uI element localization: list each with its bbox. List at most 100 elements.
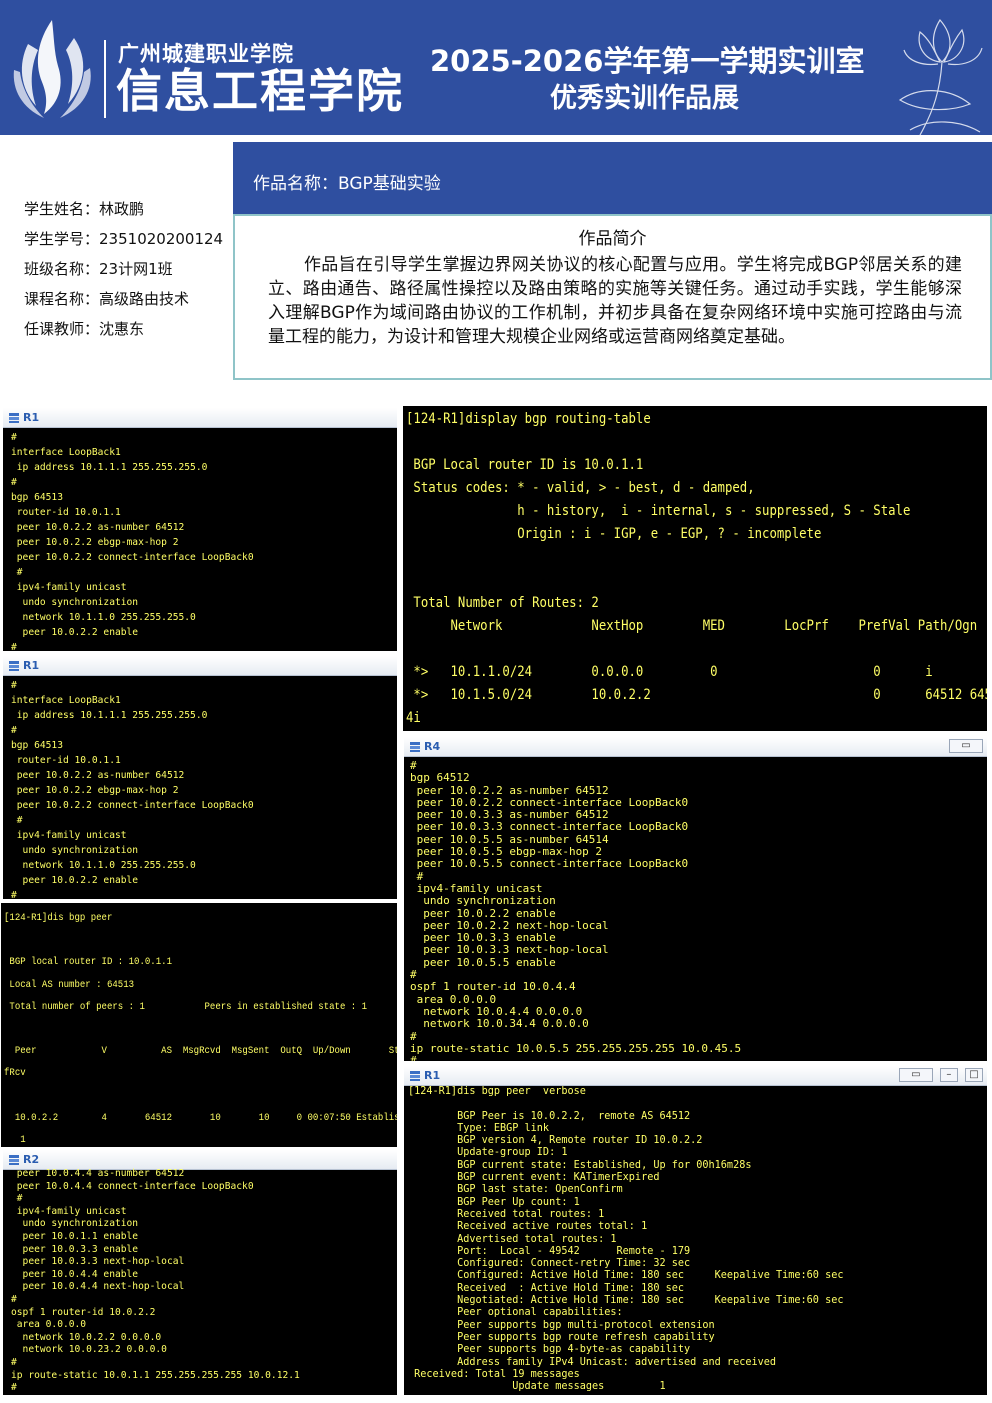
terminal-line: Received total routes: 1 — [408, 1208, 605, 1220]
terminal-line: peer 10.0.3.3 as-number 64512 — [410, 809, 609, 822]
terminal-line: ip address 10.1.1.1 255.255.255.0 — [11, 462, 208, 473]
terminal-line: Update-group ID: 1 — [408, 1147, 568, 1159]
terminal-line: *> 10.1.1.0/24 0.0.0.0 0 0 i — [406, 664, 933, 680]
terminal-line: undo synchronization — [11, 597, 139, 608]
info-label: 班级名称： — [24, 260, 100, 278]
terminal-line: peer 10.0.4.4 enable — [11, 1268, 139, 1280]
terminal-line: peer 10.0.2.2 connect-interface LoopBack… — [11, 800, 254, 811]
terminal-line: peer 10.0.2.2 as-number 64512 — [11, 770, 185, 781]
info-label: 任课教师： — [24, 320, 100, 338]
header-banner: 广州城建职业学院 信息工程学院 2025-2026学年第一学期实训室 优秀实训作… — [0, 0, 992, 135]
restore-icon[interactable]: ▭ — [898, 1068, 933, 1082]
terminal-output: # interface LoopBack1 ip address 10.1.1.1… — [11, 678, 397, 899]
terminal-line: peer 10.0.2.2 enable — [410, 907, 556, 920]
terminal-line: network 10.0.23.2 0.0.0.0 — [11, 1344, 167, 1356]
exhibition-title-line-1: 2025-2026学年第一学期实训室 — [430, 44, 865, 78]
student-info-row-id: 学生学号：2351020200124 — [24, 224, 234, 254]
terminal-output: # bgp 64512 peer 10.0.2.2 as-number 64512… — [410, 760, 987, 1061]
terminal-titlebar: R4 ▭ — [404, 737, 987, 757]
terminal-titlebar: R1 ▭ – □ — [404, 1066, 987, 1086]
terminal-r1-bgp-peer-verbose: R1 ▭ – □ [124-R1]dis bgp peer verbose BG… — [404, 1066, 987, 1395]
terminal-line: # — [410, 969, 417, 982]
terminal-line: BGP Local router ID is 10.0.1.1 — [406, 457, 644, 473]
terminal-line: Address family IPv4 Unicast: advertised … — [408, 1356, 777, 1368]
terminal-line: peer 10.0.1.1 enable — [11, 1230, 139, 1242]
terminal-line: BGP Peer Up count: 1 — [408, 1196, 580, 1208]
terminal-line: Configured: Connect-retry Time: 32 sec — [408, 1258, 691, 1270]
college-name: 信息工程学院 — [116, 64, 404, 118]
terminal-line: # — [11, 1193, 23, 1205]
maximize-icon[interactable]: □ — [965, 1068, 983, 1082]
terminal-line: bgp 64513 — [11, 740, 63, 751]
terminal-line: Peer optional capabilities: — [408, 1307, 623, 1319]
router-terminal-icon — [9, 413, 19, 423]
terminal-line: interface LoopBack1 — [11, 695, 121, 706]
terminal-r1-config-b: R1 # interface LoopBack1 ip address 10.1.… — [3, 656, 397, 899]
terminal-r2-config: R2 peer 10.0.4.4 as-number 64512 peer 10… — [3, 1150, 397, 1395]
terminal-line: Received active routes total: 1 — [408, 1221, 648, 1233]
terminal-line: area 0.0.0.0 — [11, 1319, 87, 1331]
student-info-row-teacher: 任课教师：沈惠东 — [24, 314, 234, 344]
info-value: 沈惠东 — [99, 320, 145, 338]
terminal-title: R2 — [23, 1153, 40, 1166]
router-terminal-icon — [9, 1155, 19, 1165]
terminal-title: R1 — [23, 659, 40, 672]
info-value: 林政鹏 — [99, 200, 145, 218]
terminal-line: peer 10.0.2.2 enable — [11, 627, 139, 638]
terminal-r4-config: R4 ▭ # bgp 64512 peer 10.0.2.2 as-number … — [404, 737, 987, 1061]
terminal-line: BGP Peer is 10.0.2.2, remote AS 64512 — [408, 1110, 691, 1122]
terminal-line: peer 10.0.5.5 ebgp-max-hop 2 — [410, 846, 603, 859]
intro-text: 作品旨在引导学生掌握边界网关协议的核心配置与应用。学生将完成BGP邻居关系的建立… — [268, 255, 962, 347]
terminal-line: 1 — [4, 1134, 26, 1147]
terminal-line: peer 10.0.2.2 connect-interface LoopBack… — [410, 796, 689, 809]
terminal-line: undo synchronization — [410, 895, 556, 908]
restore-icon[interactable]: ▭ — [949, 739, 983, 753]
terminal-line: 4i — [406, 710, 421, 726]
window-controls: ▭ – □ — [897, 1068, 983, 1084]
student-info-row-course: 课程名称：高级路由技术 — [24, 284, 234, 314]
terminal-line: ip route-static 10.0.1.1 255.255.255.255… — [11, 1369, 300, 1381]
terminal-line: *> 10.1.5.0/24 10.0.2.2 0 64512 6451 — [406, 687, 987, 703]
terminal-line: peer 10.0.2.2 enable — [11, 875, 139, 886]
terminal-line: ipv4-family unicast — [410, 882, 543, 895]
terminal-line: [124-R1]display bgp routing-table — [406, 411, 651, 427]
terminal-line: router-id 10.0.1.1 — [11, 507, 121, 518]
terminal-line: peer 10.0.5.5 connect-interface LoopBack… — [410, 858, 689, 871]
terminal-line: BGP last state: OpenConfirm — [408, 1184, 623, 1196]
terminal-line: Local AS number : 64513 — [4, 978, 135, 991]
terminal-line: bgp 64512 — [410, 772, 470, 785]
work-title: 作品名称：BGP基础实验 — [253, 174, 441, 194]
logo-divider — [104, 40, 106, 118]
terminal-line: BGP current event: KATimerExpired — [408, 1172, 660, 1184]
minimize-icon[interactable]: – — [939, 1068, 958, 1082]
terminal-line: # — [11, 432, 17, 443]
terminal-line: Advertised total routes: 1 — [408, 1233, 617, 1245]
terminal-line: peer 10.0.2.2 as-number 64512 — [410, 784, 609, 797]
terminal-line: # — [11, 567, 23, 578]
terminal-line: Peer supports bgp 4-byte-as capability — [408, 1344, 691, 1356]
terminal-line: peer 10.0.5.5 enable — [410, 956, 556, 969]
terminal-line: peer 10.0.2.2 ebgp-max-hop 2 — [11, 537, 179, 548]
terminal-line: Port: Local - 49542 Remote - 179 — [408, 1245, 691, 1257]
terminal-line: peer 10.0.4.4 as-number 64512 — [11, 1168, 185, 1179]
terminal-line: Update messages 1 — [408, 1381, 666, 1393]
terminal-line: ipv4-family unicast — [11, 1205, 127, 1217]
terminal-line: # — [11, 815, 23, 826]
terminal-r1-bgp-routing-table: [124-R1]display bgp routing-table BGP Lo… — [403, 406, 987, 731]
terminal-line: # — [410, 1030, 417, 1043]
terminal-output: [124-R1]display bgp routing-table BGP Lo… — [406, 408, 987, 730]
terminal-line: BGP current state: Established, Up for 0… — [408, 1159, 752, 1171]
terminal-line: # — [410, 1055, 987, 1061]
terminal-line: Total Number of Routes: 2 — [406, 595, 599, 611]
terminal-line: undo synchronization — [11, 845, 139, 856]
terminal-line: interface LoopBack1 — [11, 447, 121, 458]
terminal-r1-config-a: R1 # interface LoopBack1 ip address 10.1.… — [3, 408, 397, 651]
terminal-line: ip address 10.1.1.1 255.255.255.0 — [11, 710, 208, 721]
terminal-line: Received: Total 19 messages — [408, 1368, 580, 1380]
terminal-line: fRcv — [4, 1067, 26, 1080]
info-value: 高级路由技术 — [99, 290, 190, 308]
terminal-line: network 10.1.1.0 255.255.255.0 — [11, 860, 196, 871]
terminal-output: [124-R1]dis bgp peer BGP local router ID… — [4, 907, 397, 1147]
terminal-line: Peer supports bgp multi-protocol extensi… — [408, 1319, 715, 1331]
